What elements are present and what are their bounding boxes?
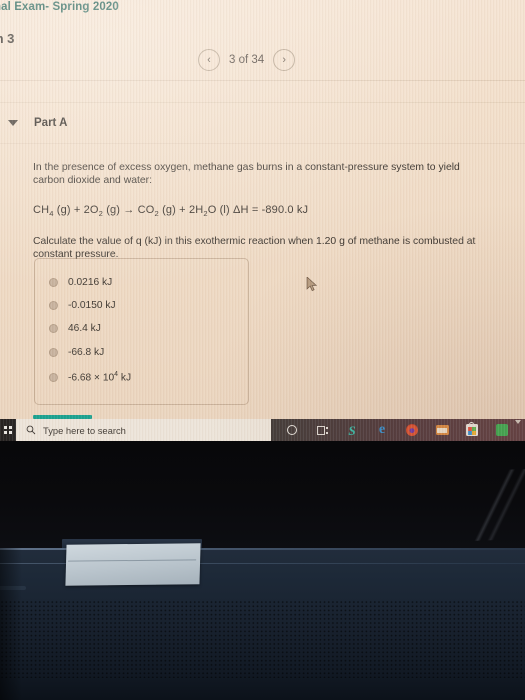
eq-part-d: (g) + 2H <box>158 204 204 216</box>
eq-part-e: O (l) ΔH = -890.0 kJ <box>207 204 309 216</box>
chevron-right-icon: › <box>282 53 286 66</box>
previous-page-button[interactable]: ‹ <box>198 49 220 71</box>
windows-taskbar: Type here to search S e <box>0 419 525 441</box>
radio-button-icon[interactable] <box>49 372 58 382</box>
answer-choices-box: 0.0216 kJ -0.0150 kJ 46.4 kJ -66.8 kJ -6… <box>34 258 249 405</box>
windows-logo-icon <box>4 426 12 434</box>
choice-option[interactable]: 0.0216 kJ <box>49 277 112 288</box>
choice-label: 46.4 kJ <box>68 323 101 334</box>
divider-part <box>0 143 525 144</box>
eq-part-a: CH <box>33 204 50 216</box>
radio-button-icon[interactable] <box>49 324 58 333</box>
part-a-label: Part A <box>34 117 68 129</box>
eq-part-c: (g) → CO <box>103 204 155 216</box>
pagination: ‹ 3 of 34 › <box>198 49 296 71</box>
divider-top <box>0 80 525 81</box>
media-orb-icon[interactable] <box>397 419 427 441</box>
app-s-icon[interactable]: S <box>337 419 367 441</box>
speaker-grille <box>0 600 525 678</box>
next-page-button[interactable]: › <box>273 49 296 71</box>
bezel-reflection <box>461 468 525 542</box>
choice-label: -6.68 × 104 kJ <box>68 371 131 383</box>
divider-second <box>0 102 525 103</box>
search-icon <box>26 425 36 435</box>
mouse-pointer-icon <box>306 277 318 292</box>
item-label: m 3 <box>0 31 15 46</box>
choice-option[interactable]: -6.68 × 104 kJ <box>49 371 131 383</box>
caret-down-icon[interactable] <box>8 120 18 126</box>
radio-button-icon[interactable] <box>49 278 58 287</box>
task-view-icon[interactable] <box>307 419 337 441</box>
choice-option[interactable]: -66.8 kJ <box>49 347 104 358</box>
microsoft-store-icon[interactable] <box>457 419 487 441</box>
radio-button-icon[interactable] <box>49 348 58 357</box>
deck-shadow <box>0 548 22 700</box>
choice-option[interactable]: 46.4 kJ <box>49 323 101 334</box>
search-placeholder: Type here to search <box>43 424 126 436</box>
green-app-icon[interactable] <box>487 419 517 441</box>
active-tab-indicator <box>33 415 92 419</box>
choice-label: -66.8 kJ <box>68 347 105 358</box>
part-a-header[interactable]: Part A <box>8 117 67 129</box>
radio-button-icon[interactable] <box>49 301 58 310</box>
laptop-bezel <box>0 441 525 548</box>
question-body: In the presence of excess oxygen, methan… <box>33 161 488 261</box>
page-counter: 3 of 34 <box>229 54 265 66</box>
caret-down-icon[interactable] <box>515 420 521 424</box>
taskbar-search-box[interactable]: Type here to search <box>16 419 271 441</box>
edge-browser-icon[interactable]: e <box>367 419 397 441</box>
laptop-label-sticker <box>65 543 201 586</box>
start-button[interactable] <box>0 419 16 441</box>
screenshot-root: nal Exam- Spring 2020 m 3 ‹ 3 of 34 › Pa… <box>0 0 525 700</box>
laptop-screen: nal Exam- Spring 2020 m 3 ‹ 3 of 34 › Pa… <box>0 0 525 441</box>
chemical-equation: CH4 (g) + 2O2 (g) → CO2 (g) + 2H2O (l) Δ… <box>33 204 488 218</box>
choice-label: 0.0216 kJ <box>68 277 113 288</box>
choice-mantissa: -6.68 × 10 <box>68 372 115 384</box>
chevron-left-icon: ‹ <box>207 53 211 66</box>
file-explorer-icon[interactable] <box>427 419 457 441</box>
question-prompt: In the presence of excess oxygen, methan… <box>33 162 460 186</box>
eq-part-b: (g) + 2O <box>53 204 99 216</box>
browser-page: nal Exam- Spring 2020 m 3 ‹ 3 of 34 › Pa… <box>0 0 525 441</box>
page-title: nal Exam- Spring 2020 <box>0 1 119 13</box>
choice-option[interactable]: -0.0150 kJ <box>49 300 116 311</box>
choice-unit: kJ <box>118 372 132 384</box>
taskbar-icon-tray: S e <box>271 419 525 441</box>
choice-label: -0.0150 kJ <box>68 300 116 311</box>
cortana-icon[interactable] <box>277 419 307 441</box>
